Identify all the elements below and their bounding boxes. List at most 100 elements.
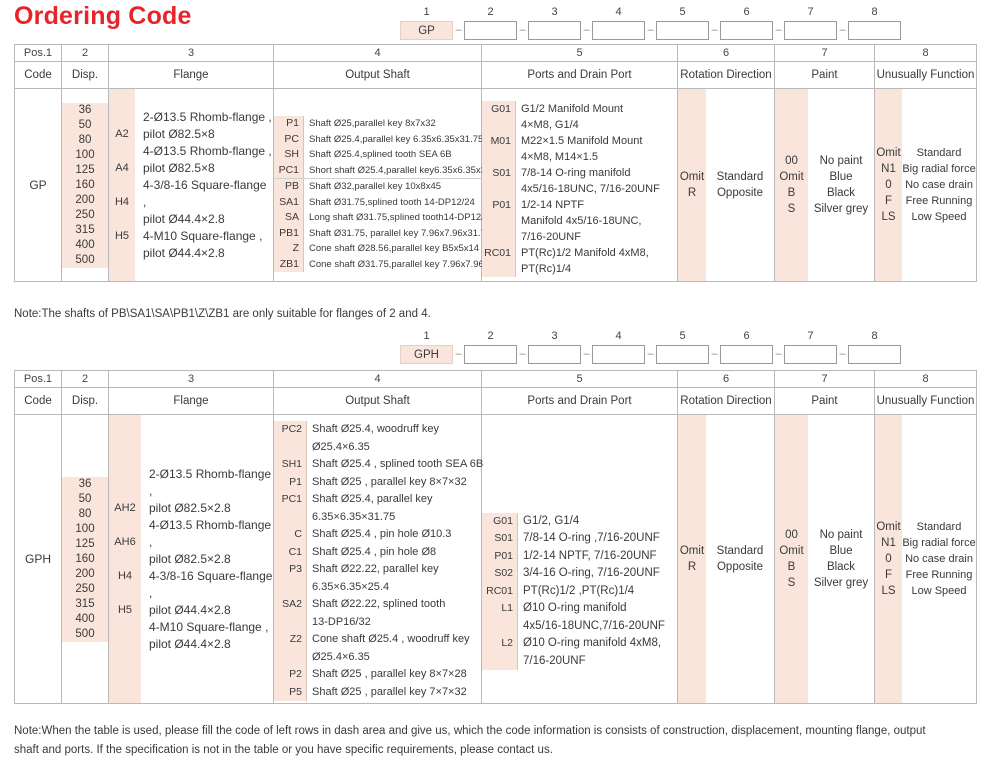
code-separator: – [775,348,782,360]
spec-description-line: Cone shaft Ø25.4 , woodruff key [312,633,470,645]
function-value: No case drain [905,179,973,191]
spec-code: P2 [274,666,307,684]
spec-code: C1 [274,543,307,561]
spec-row: Z Cone shaft Ø28.56,parallel key B5x5x14 [274,241,481,257]
spec-code: PC [274,131,304,147]
paint-value: Blue [829,545,853,557]
cell-rotation-gp: Omit R Standard Opposite [677,88,775,282]
code-separator: – [455,348,462,360]
function-code: 0 [885,553,892,565]
gp-code-input-8[interactable] [848,21,901,40]
flange-code: AH2 [114,502,136,514]
header-label-ports: Ports and Drain Port [481,61,678,89]
spec-code: RC01 [482,245,516,277]
spec-description-line: G1/2 Manifold Mount [521,103,624,115]
spec-row: PC Shaft Ø25.4,parallel key 6.35x6.35x31.… [274,131,483,148]
gp-code-input-4[interactable] [592,21,645,40]
slot-number: 8 [871,6,878,18]
spec-row: P3 Shaft Ø22.22, parallel key 6.35×6.35×25… [274,561,481,596]
flange-description-list: 2-Ø13.5 Rhomb-flange , pilot Ø82.5×8 4-Ø13… [135,89,273,281]
gph-code-input-2[interactable] [464,345,517,364]
paint-value-list: No paint Blue Black Silver grey [808,89,874,281]
function-code: 0 [885,179,892,191]
gph-code-input-7[interactable] [784,345,837,364]
spec-description: Shaft Ø25.4, woodruff key Ø25.4×6.35 [307,421,481,456]
gph-code-input-8[interactable] [848,345,901,364]
gph-code-input-1[interactable]: GPH [400,345,453,364]
header-label-flange: Flange [108,61,274,89]
gph-code-input-5[interactable] [656,345,709,364]
paint-value: Silver grey [813,577,869,589]
gp-code-input-5[interactable] [656,21,709,40]
header-pos-6: 6 [677,44,775,62]
header-pos-1: Pos.1 [14,370,62,388]
header-pos-4: 4 [273,44,482,62]
spec-code: G01 [482,512,518,531]
gph-code-input-6[interactable] [720,345,773,364]
flange-code-list: AH2 AH6 H4 H5 [109,415,141,703]
spec-row: PB Shaft Ø32,parallel key 10x8x45 [274,179,481,195]
table-body-row: GP 36 50 80 100 125 160 200 250 315 400 500 A2 A4 H4… [14,88,977,282]
gp-code-slot-8: 8 [848,6,901,40]
spec-description-line: Manifold 4x5/16-18UNC, [521,215,642,227]
gph-code-input-4[interactable] [592,345,645,364]
flange-code-list: A2 A4 H4 H5 [109,89,135,281]
gp-code-input-2[interactable] [464,21,517,40]
slot-number: 1 [423,6,430,18]
spec-description-line: Ø10 O-ring manifold [523,602,627,615]
gp-code-slot-5: 5 [656,6,709,40]
flange-description-line: pilot Ø44.4×2.8 [143,245,225,260]
spec-description: 1/2-14 NPTF, 7/16-20UNF [518,548,677,566]
function-value: Big radial force [902,163,976,175]
flange-code: AH6 [114,536,136,548]
spec-description: Cone shaft Ø31.75,parallel key 7.96x7.96… [304,257,507,273]
flange-description-line: pilot Ø44.4×2.8 [149,602,231,617]
displacement-value: 315 [75,223,95,236]
cell-flange-gp: A2 A4 H4 H5 2-Ø13.5 Rhomb-flange , pilot Ø82… [108,88,274,282]
flange-description-line: pilot Ø44.4×2.8 [143,211,225,226]
header-pos-8: 8 [874,44,977,62]
spec-description: Shaft Ø25.4 , pin hole Ø8 [307,544,481,562]
output-shaft-list: P1 Shaft Ø25,parallel key 8x7x32 PC Shaft Ø… [274,116,507,272]
displacement-list: 36 50 80 100 125 160 200 250 315 400 500 [62,102,108,268]
header-label-disp: Disp. [61,387,109,415]
displacement-value: 36 [78,477,92,490]
spec-row: P1 Shaft Ø25 , parallel key 8×7×32 [274,473,481,491]
displacement-value: 200 [75,193,95,206]
function-value-list: Standard Big radial force No case drain Fre… [902,415,976,703]
spec-row: S01 7/8-14 O-ring manifold 4x5/16-18UNC, 7… [482,165,677,197]
header-pos-2: 2 [61,44,109,62]
gph-code-slot-3: 3 [528,330,581,364]
ordering-table-gph: Pos.1 2 3 4 5 6 7 8 Code Disp. Flange Ou… [14,370,977,704]
cell-displacements-gph: 36 50 80 100 125 160 200 250 315 400 500 [61,414,109,704]
function-code: F [884,569,893,581]
spec-description-line: M22×1.5 Manifold Mount [521,135,643,147]
function-code: LS [881,211,896,223]
function-value-list: Standard Big radial force No case drain Fre… [902,89,976,281]
gp-code-input-1[interactable]: GP [400,21,453,40]
spec-description-line: Ø25.4×6.35 [312,650,370,663]
displacement-value: 315 [75,597,95,610]
spec-description-line: G1/2, G1/4 [523,514,580,527]
displacement-value: 500 [75,627,95,640]
gp-code-input-6[interactable] [720,21,773,40]
spec-description: Shaft Ø25.4,parallel key 6.35x6.35x31.75 [304,132,483,148]
header-label-function: Unusually Function [874,387,977,415]
cell-displacements-gp: 36 50 80 100 125 160 200 250 315 400 500 [61,88,109,282]
note-shaft-compatibility: Note:The shafts of PB\SA1\SA\PB1\Z\ZB1 a… [14,308,431,320]
spec-code: L1 [482,600,518,636]
displacement-value: 125 [75,163,95,176]
spec-description-line: 4x5/16-18UNC, 7/16-20UNF [521,183,660,195]
slot-number: 1 [423,330,430,342]
spec-code: P01 [482,197,516,245]
paint-value: No paint [819,155,863,167]
gp-code-input-3[interactable] [528,21,581,40]
spec-row: SA1 Shaft Ø31.75,splined tooth 14-DP12/24 [274,194,481,210]
gp-code-input-7[interactable] [784,21,837,40]
rotation-code: Omit [679,171,705,183]
gph-code-input-3[interactable] [528,345,581,364]
spec-description: Shaft Ø22.22, parallel key 6.35×6.35×25.4 [307,561,481,596]
spec-row: SA2 Shaft Ø22.22, splined tooth 13-DP16/32 [274,596,481,631]
spec-description-line: Ø10 O-ring manifold 4xM8, [523,637,662,650]
spec-description: Long shaft Ø31.75,splined tooth14-DP12/2… [304,210,494,226]
